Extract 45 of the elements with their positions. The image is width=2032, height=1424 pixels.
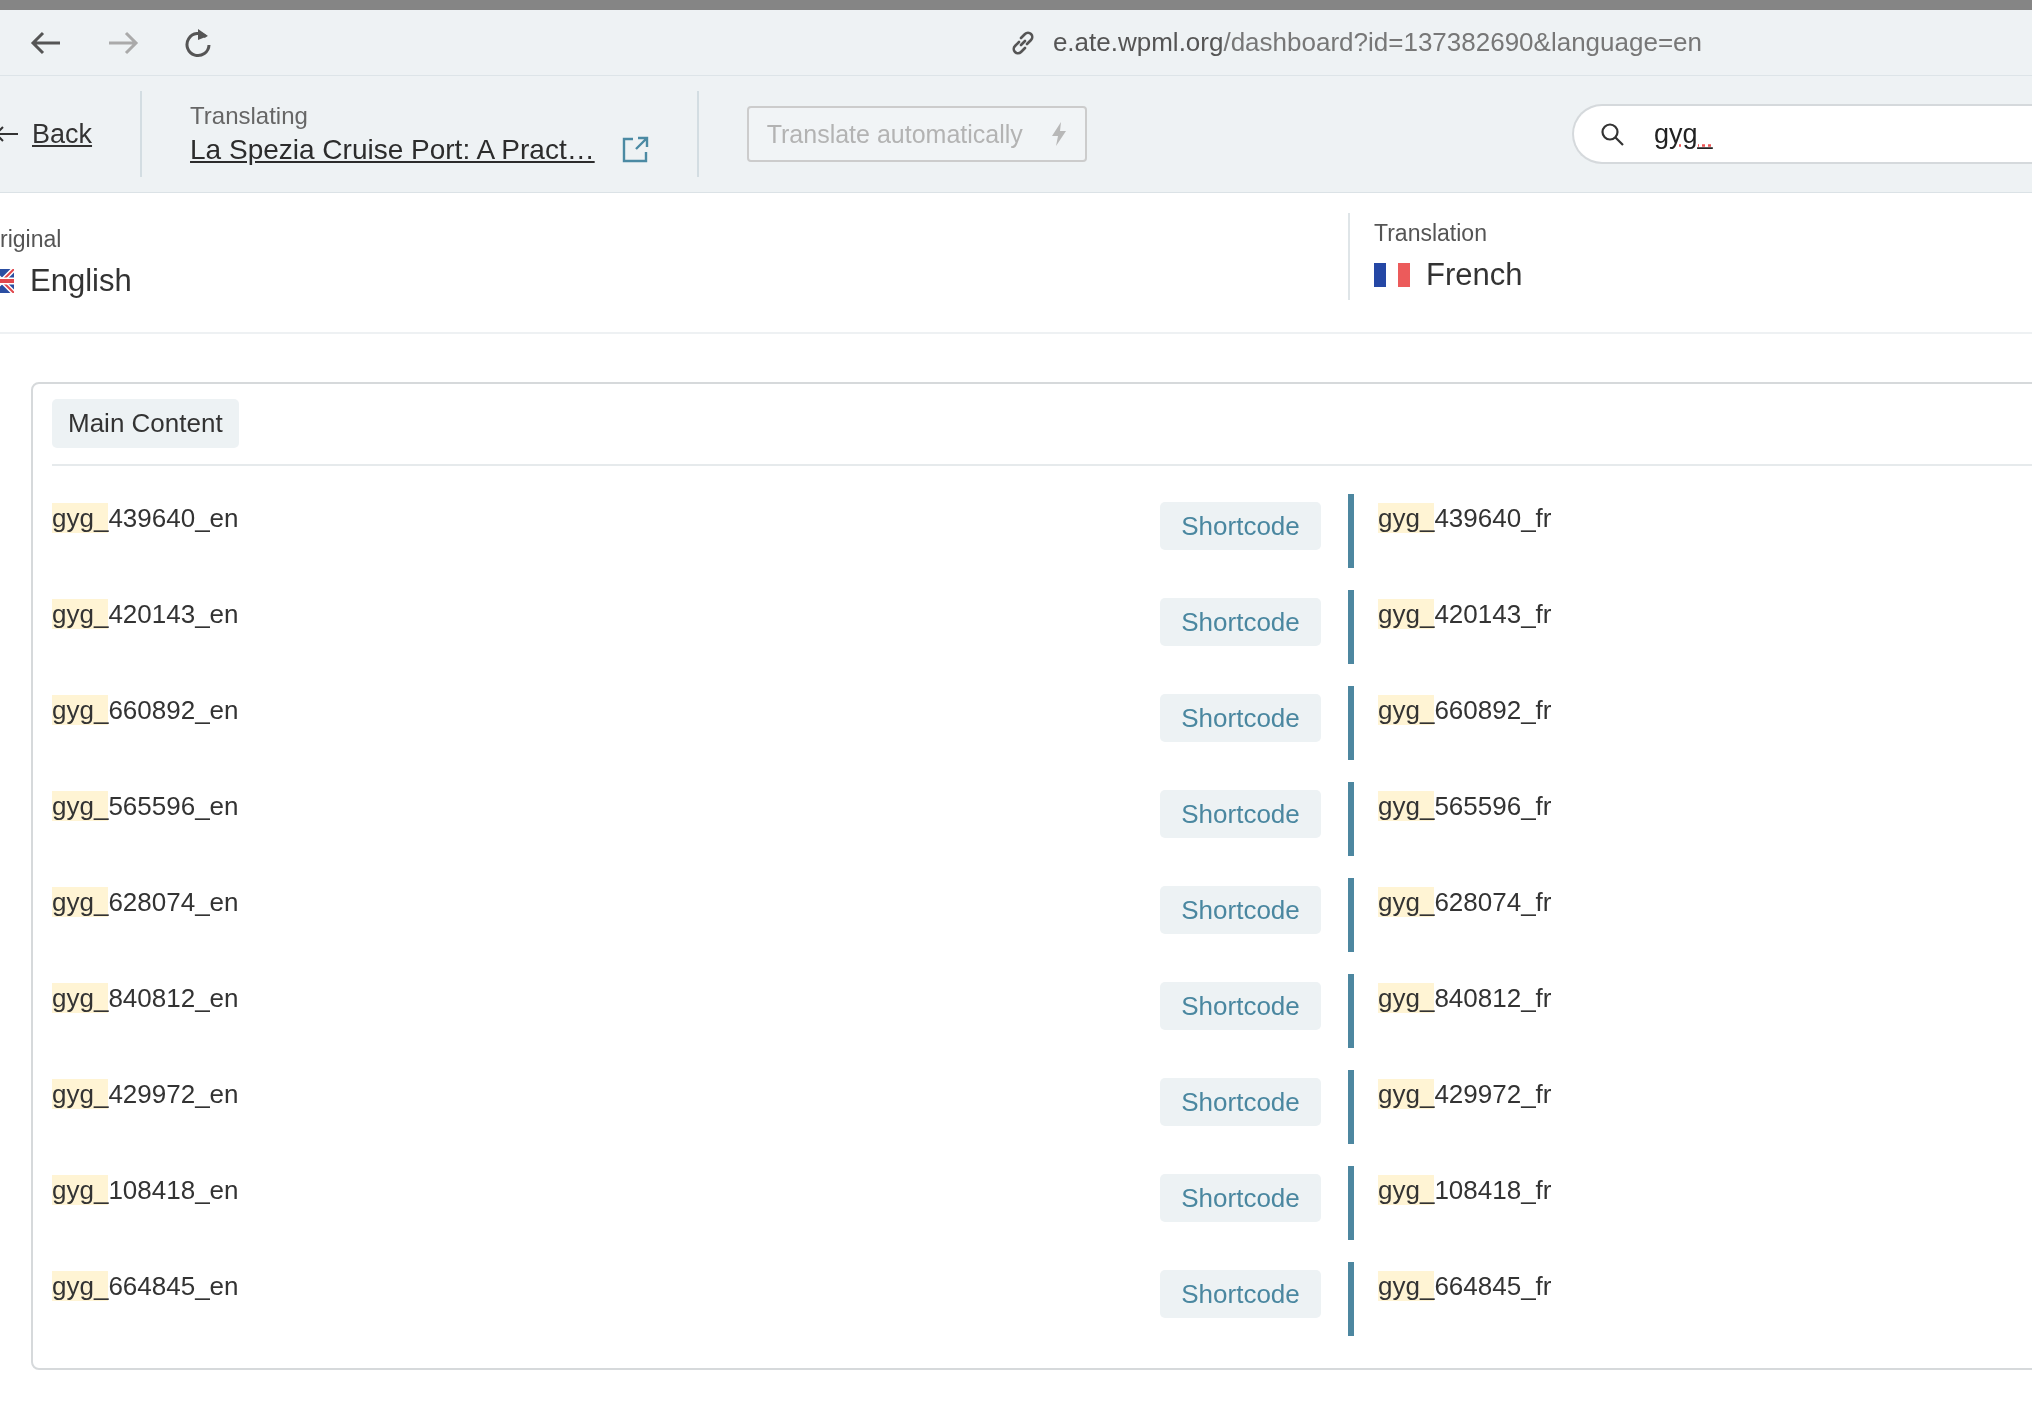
original-text: gyg_660892_en <box>52 694 240 727</box>
segment-type-tag: Shortcode <box>1160 1270 1321 1318</box>
original-language: English <box>30 263 132 299</box>
original-text: gyg_429972_en <box>52 1078 240 1111</box>
segment-type-tag: Shortcode <box>1160 694 1321 742</box>
translation-text[interactable]: gyg_439640_fr <box>1378 494 1552 536</box>
back-arrow-icon <box>0 126 18 142</box>
translation-text[interactable]: gyg_660892_fr <box>1378 686 1552 728</box>
segment-type-tag: Shortcode <box>1160 982 1321 1030</box>
back-link[interactable]: Back <box>0 118 93 150</box>
segment-type-tag: Shortcode <box>1160 790 1321 838</box>
segment-type-tag: Shortcode <box>1160 502 1321 550</box>
translation-text[interactable]: gyg_664845_fr <box>1378 1262 1552 1304</box>
search-icon <box>1600 122 1624 146</box>
address-bar-url[interactable]: e.ate.wpml.org/dashboard?id=137382690&language=en <box>1052 27 1702 58</box>
translation-text[interactable]: gyg_108418_fr <box>1378 1166 1552 1208</box>
external-link-icon[interactable] <box>620 136 649 164</box>
original-text: gyg_420143_en <box>52 598 240 631</box>
translation-label: Translation <box>1374 220 1488 247</box>
uk-flag-icon <box>0 269 14 293</box>
original-text: gyg_108418_en <box>52 1174 240 1207</box>
section-title: Main Content <box>52 399 239 448</box>
original-text: gyg_664845_en <box>52 1270 240 1303</box>
translation-text[interactable]: gyg_565596_fr <box>1378 782 1552 824</box>
translation-text[interactable]: gyg_628074_fr <box>1378 878 1552 920</box>
original-text: gyg_628074_en <box>52 886 240 919</box>
original-label: riginal <box>0 226 63 253</box>
translation-text[interactable]: gyg_429972_fr <box>1378 1070 1552 1112</box>
original-text: gyg_439640_en <box>52 502 240 535</box>
translation-text[interactable]: gyg_840812_fr <box>1378 974 1552 1016</box>
french-flag-icon <box>1374 263 1410 287</box>
original-text: gyg_565596_en <box>52 790 240 823</box>
back-arrow-icon[interactable] <box>30 29 62 56</box>
document-title-link[interactable]: La Spezia Cruise Port: A Pract… <box>190 134 595 166</box>
segment-type-tag: Shortcode <box>1160 598 1321 646</box>
search-field[interactable]: gyg_ <box>1572 104 2032 164</box>
translating-label: Translating <box>190 102 309 130</box>
translation-text[interactable]: gyg_420143_fr <box>1378 590 1552 632</box>
reload-icon[interactable] <box>184 27 212 58</box>
lightning-icon <box>1050 122 1067 146</box>
segment-type-tag: Shortcode <box>1160 1174 1321 1222</box>
segment-type-tag: Shortcode <box>1160 1078 1321 1126</box>
segment-type-tag: Shortcode <box>1160 886 1321 934</box>
original-text: gyg_840812_en <box>52 982 240 1015</box>
translation-language: French <box>1426 257 1523 293</box>
